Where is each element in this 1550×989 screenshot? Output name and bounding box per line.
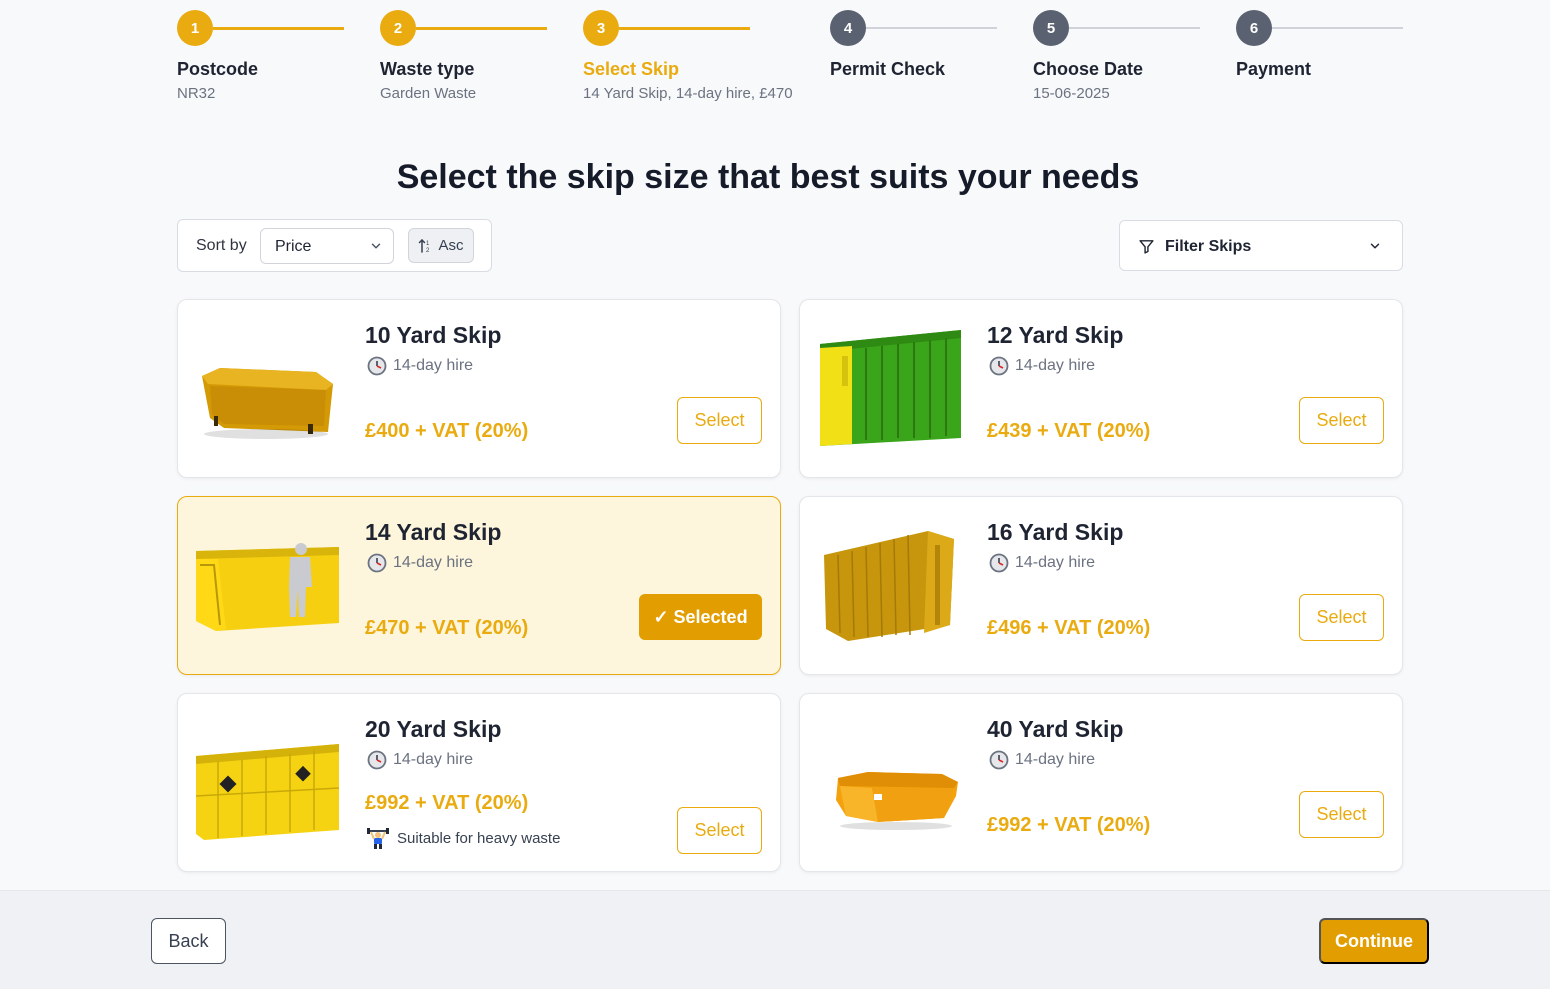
skip-name: 10 Yard Skip <box>365 322 502 348</box>
step-subtitle: 14 Yard Skip, 14-day hire, £470 <box>583 85 793 102</box>
sort-controls: Sort by Price 12 Asc <box>177 219 492 272</box>
step-select-skip[interactable]: 3 Select Skip 14 Yard Skip, 14-day hire,… <box>583 10 793 110</box>
skip-name: 12 Yard Skip <box>987 322 1124 348</box>
hire-period: 14-day hire <box>989 750 1095 770</box>
step-permit-check: 4 Permit Check <box>830 10 1033 110</box>
svg-text:2: 2 <box>426 248 430 254</box>
step-title: Permit Check <box>830 59 946 79</box>
step-title: Postcode <box>177 59 259 79</box>
step-choose-date: 5 Choose Date 15-06-2025 <box>1033 10 1236 110</box>
step-connector <box>866 27 997 29</box>
hire-label: 14-day hire <box>1015 357 1096 374</box>
step-number: 4 <box>830 10 866 46</box>
skip-name: 14 Yard Skip <box>365 519 502 545</box>
skip-price: £470 + VAT (20%) <box>365 617 529 639</box>
progress-stepper: 1 Postcode NR32 2 Waste type Garden Wast… <box>177 10 1403 110</box>
chevron-down-icon <box>1370 243 1380 249</box>
skip-price: £400 + VAT (20%) <box>365 420 529 442</box>
chevron-down-icon <box>371 243 381 249</box>
step-subtitle: 15-06-2025 <box>1033 85 1110 102</box>
step-connector <box>1272 27 1403 29</box>
step-subtitle: NR32 <box>177 85 216 102</box>
skip-name: 20 Yard Skip <box>365 716 502 742</box>
clock-icon <box>989 356 1009 376</box>
skip-price: £992 + VAT (20%) <box>365 792 529 814</box>
skip-image <box>202 368 333 439</box>
skip-image <box>824 531 954 641</box>
svg-text:1: 1 <box>426 241 430 247</box>
skip-image <box>196 543 339 631</box>
skip-price: £496 + VAT (20%) <box>987 617 1151 639</box>
skip-name: 16 Yard Skip <box>987 519 1124 545</box>
filter-icon <box>1139 240 1154 254</box>
clock-icon <box>989 553 1009 573</box>
hire-label: 14-day hire <box>1015 751 1096 768</box>
hire-period: 14-day hire <box>367 553 473 573</box>
hire-period: 14-day hire <box>989 553 1095 573</box>
skip-image <box>836 772 958 830</box>
skip-card-16-yard[interactable]: 16 Yard Skip 14-day hire £496 + VAT (20%… <box>799 496 1403 675</box>
skip-card-14-yard[interactable]: 14 Yard Skip 14-day hire £470 + VAT (20%… <box>177 496 781 675</box>
filter-skips-dropdown[interactable]: Filter Skips <box>1119 220 1403 271</box>
step-connector <box>1069 27 1200 29</box>
hire-period: 14-day hire <box>989 356 1095 376</box>
select-skip-button[interactable]: Select <box>1299 594 1384 641</box>
step-waste-type[interactable]: 2 Waste type Garden Waste <box>380 10 583 110</box>
step-connector <box>619 26 750 30</box>
step-number: 3 <box>583 10 619 46</box>
sort-label: Sort by <box>196 237 247 254</box>
skip-card-10-yard[interactable]: 10 Yard Skip 14-day hire £400 + VAT (20%… <box>177 299 781 478</box>
step-connector <box>213 26 344 30</box>
heavy-waste-note: Suitable for heavy waste <box>367 827 560 849</box>
clock-icon <box>989 750 1009 770</box>
hire-label: 14-day hire <box>393 357 474 374</box>
sort-select[interactable]: Price <box>260 228 394 264</box>
sort-selected-value: Price <box>275 238 312 255</box>
select-skip-button[interactable]: Select <box>677 397 762 444</box>
sort-order-label: Asc <box>438 237 464 254</box>
step-number: 2 <box>380 10 416 46</box>
back-button[interactable]: Back <box>151 918 226 964</box>
hire-label: 14-day hire <box>393 751 474 768</box>
filter-label: Filter Skips <box>1165 238 1252 255</box>
skip-image <box>820 330 961 446</box>
clock-icon <box>367 750 387 770</box>
sort-order-icon: 12 <box>419 238 430 254</box>
select-skip-button[interactable]: Select <box>677 807 762 854</box>
step-number: 5 <box>1033 10 1069 46</box>
clock-icon <box>367 356 387 376</box>
step-payment: 6 Payment <box>1236 10 1439 110</box>
step-connector <box>416 26 547 30</box>
clock-icon <box>367 553 387 573</box>
hire-label: 14-day hire <box>393 554 474 571</box>
step-title: Select Skip <box>583 59 680 79</box>
sort-order-button[interactable]: 12 Asc <box>408 228 474 263</box>
weightlifter-icon <box>367 828 389 849</box>
skip-image <box>196 744 339 840</box>
skip-price: £992 + VAT (20%) <box>987 814 1151 836</box>
heavy-waste-label: Suitable for heavy waste <box>397 829 561 847</box>
footer-bar: Back Continue <box>0 890 1550 989</box>
step-subtitle: Garden Waste <box>380 85 477 102</box>
page-title: Select the skip size that best suits you… <box>396 158 1140 196</box>
step-postcode[interactable]: 1 Postcode NR32 <box>177 10 380 110</box>
hire-period: 14-day hire <box>367 356 473 376</box>
skip-card-40-yard[interactable]: 40 Yard Skip 14-day hire £992 + VAT (20%… <box>799 693 1403 872</box>
step-title: Payment <box>1236 59 1312 79</box>
step-title: Waste type <box>380 59 475 79</box>
continue-button[interactable]: Continue <box>1319 918 1429 964</box>
hire-period: 14-day hire <box>367 750 473 770</box>
hire-label: 14-day hire <box>1015 554 1096 571</box>
step-number: 6 <box>1236 10 1272 46</box>
select-skip-button[interactable]: Select <box>1299 397 1384 444</box>
selected-skip-button[interactable]: ✓ Selected <box>639 594 762 640</box>
skip-price: £439 + VAT (20%) <box>987 420 1151 442</box>
select-skip-button[interactable]: Select <box>1299 791 1384 838</box>
step-title: Choose Date <box>1033 59 1144 79</box>
skip-card-20-yard[interactable]: 20 Yard Skip 14-day hire £992 + VAT (20%… <box>177 693 781 872</box>
skip-name: 40 Yard Skip <box>987 716 1124 742</box>
skip-card-12-yard[interactable]: 12 Yard Skip 14-day hire £439 + VAT (20%… <box>799 299 1403 478</box>
step-number: 1 <box>177 10 213 46</box>
